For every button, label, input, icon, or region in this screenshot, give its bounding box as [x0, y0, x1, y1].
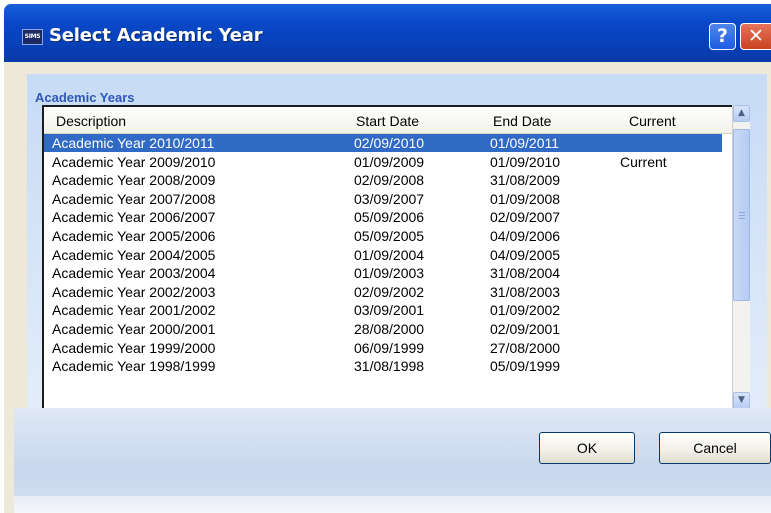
cell-end-date: 04/09/2006 — [490, 228, 561, 244]
column-header-start-date[interactable]: Start Date — [356, 113, 419, 129]
column-header-description[interactable]: Description — [56, 113, 126, 129]
cell-description: Academic Year 2007/2008 — [52, 190, 216, 207]
cell-end-date: 05/09/1999 — [490, 358, 561, 375]
list-scrollbar[interactable]: ▲ ▼ — [732, 105, 750, 409]
cell-end-date: 27/08/2000 — [490, 339, 561, 356]
table-row[interactable]: Academic Year 2004/2005 01/09/2004 04/09/2… — [44, 246, 722, 264]
help-button[interactable]: ? — [709, 23, 736, 50]
column-header-current[interactable]: Current — [629, 113, 676, 129]
table-row[interactable]: Academic Year 2007/2008 03/09/2007 01/09/2… — [44, 190, 722, 208]
ok-button[interactable]: OK — [539, 432, 635, 464]
table-row[interactable]: Academic Year 2001/2002 03/09/2001 01/09/2… — [44, 301, 722, 319]
table-row[interactable]: Academic Year 2003/2004 01/09/2003 31/08/2… — [44, 264, 722, 282]
cell-end-date: 01/09/2008 — [490, 190, 561, 207]
cell-start-date: 06/09/1999 — [354, 339, 425, 356]
dialog-title: Select Academic Year — [49, 25, 263, 46]
table-row[interactable]: Academic Year 1998/1999 31/08/1998 05/09/1… — [44, 357, 722, 375]
cell-start-date: 05/09/2006 — [354, 209, 425, 226]
table-row[interactable]: Academic Year 2002/2003 02/09/2002 31/08/2… — [44, 283, 722, 301]
cell-description: Academic Year 2003/2004 — [52, 265, 216, 282]
scroll-down-icon[interactable]: ▼ — [733, 392, 750, 409]
cell-end-date: 01/09/2010 — [490, 153, 561, 170]
cell-start-date: 01/09/2003 — [354, 265, 425, 282]
cell-description: Academic Year 2006/2007 — [52, 209, 216, 226]
group-label: Academic Years — [35, 90, 135, 105]
cell-end-date: 04/09/2005 — [490, 246, 561, 263]
cell-start-date: 03/09/2007 — [354, 190, 425, 207]
cell-end-date: 02/09/2007 — [490, 209, 561, 226]
grip-line — [739, 218, 745, 219]
table-row[interactable]: Academic Year 2005/2006 05/09/2005 04/09/2… — [44, 227, 722, 245]
cell-start-date: 28/08/2000 — [354, 321, 425, 337]
cell-description: Academic Year 1998/1999 — [52, 358, 216, 375]
cell-end-date: 31/08/2003 — [490, 283, 561, 300]
cell-start-date: 01/09/2004 — [354, 246, 425, 263]
cell-end-date: 31/08/2009 — [490, 172, 561, 189]
cell-start-date: 02/09/2010 — [354, 135, 425, 151]
footer-strip — [14, 496, 771, 513]
button-footer: OK Cancel — [14, 408, 771, 513]
table-row[interactable]: Academic Year 2010/2011 02/09/2010 01/09/2… — [44, 134, 722, 152]
content-panel: Academic Years Description Start Date En… — [14, 62, 771, 411]
cell-description: Academic Year 2004/2005 — [52, 246, 216, 263]
cell-description: Academic Year 2001/2002 — [52, 302, 216, 319]
cell-start-date: 01/09/2009 — [354, 153, 425, 170]
table-row[interactable]: Academic Year 2009/2010 01/09/2009 01/09/2… — [44, 153, 722, 171]
table-row[interactable]: Academic Year 1999/2000 06/09/1999 27/08/2… — [44, 339, 722, 357]
cell-current: Current — [620, 153, 667, 170]
cell-description: Academic Year 2008/2009 — [52, 172, 216, 189]
select-academic-year-dialog: SIMS Select Academic Year ? ✕ Academic Y… — [4, 4, 771, 513]
cell-end-date: 01/09/2002 — [490, 302, 561, 319]
column-header-end-date[interactable]: End Date — [493, 113, 551, 129]
sims-logo-icon: SIMS — [22, 29, 43, 45]
grip-line — [739, 212, 745, 213]
cancel-button[interactable]: Cancel — [659, 432, 771, 464]
academic-years-list[interactable]: Description Start Date End Date Current … — [42, 105, 734, 411]
cell-description: Academic Year 2000/2001 — [52, 321, 216, 337]
cell-start-date: 31/08/1998 — [354, 358, 425, 375]
cell-description: Academic Year 2010/2011 — [52, 135, 215, 151]
cell-description: Academic Year 1999/2000 — [52, 339, 216, 356]
grip-line — [739, 215, 745, 216]
cell-description: Academic Year 2002/2003 — [52, 283, 216, 300]
cell-end-date: 02/09/2001 — [490, 321, 561, 337]
cell-start-date: 05/09/2005 — [354, 228, 425, 244]
scroll-thumb[interactable] — [733, 129, 750, 301]
cell-description: Academic Year 2009/2010 — [52, 153, 216, 170]
scroll-up-icon[interactable]: ▲ — [733, 105, 750, 122]
cell-description: Academic Year 2005/2006 — [52, 228, 216, 244]
cell-end-date: 31/08/2004 — [490, 265, 561, 282]
title-bar[interactable]: SIMS Select Academic Year ? ✕ — [4, 4, 771, 62]
table-row[interactable]: Academic Year 2000/2001 28/08/2000 02/09/2… — [44, 320, 722, 338]
cell-start-date: 02/09/2008 — [354, 172, 425, 189]
cell-start-date: 02/09/2002 — [354, 283, 425, 300]
cell-end-date: 01/09/2011 — [490, 135, 560, 151]
table-row[interactable]: Academic Year 2008/2009 02/09/2008 31/08/2… — [44, 171, 722, 189]
column-header-row: Description Start Date End Date Current — [44, 107, 734, 134]
academic-years-group: Academic Years Description Start Date En… — [27, 74, 767, 411]
close-button[interactable]: ✕ — [740, 23, 771, 50]
cell-start-date: 03/09/2001 — [354, 302, 425, 319]
table-row[interactable]: Academic Year 2006/2007 05/09/2006 02/09/2… — [44, 208, 722, 226]
